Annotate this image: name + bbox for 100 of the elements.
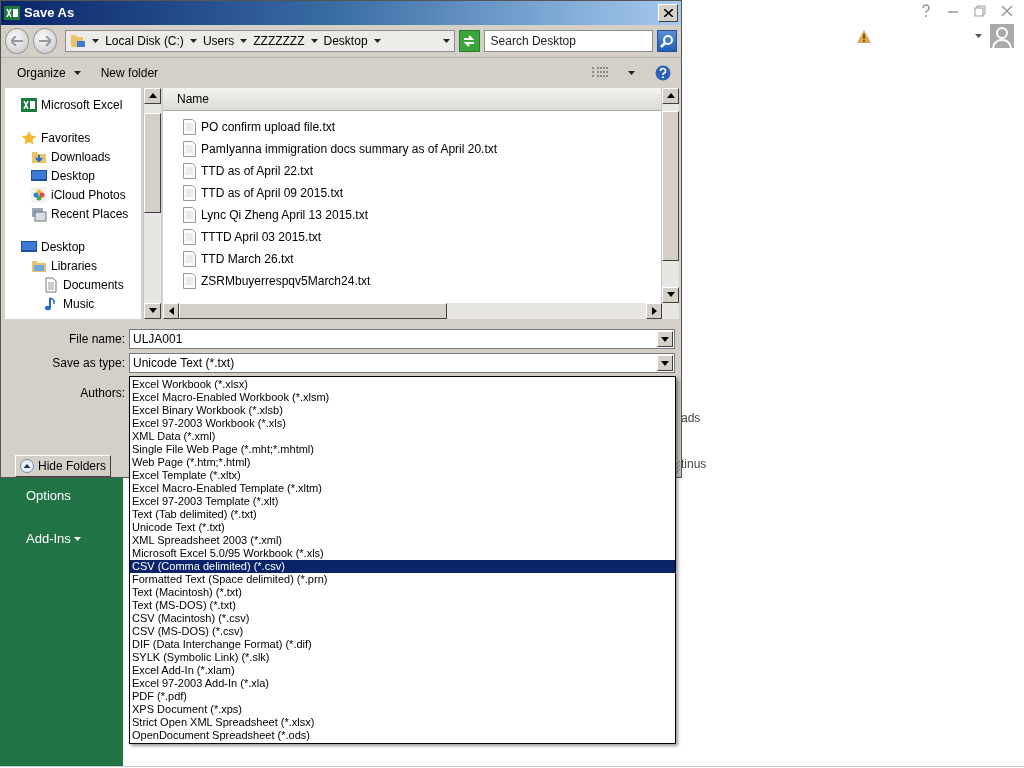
file-name-field[interactable]: ULJA001 bbox=[129, 329, 675, 349]
file-type-option[interactable]: PDF (*.pdf) bbox=[130, 690, 675, 703]
caret-icon bbox=[240, 38, 248, 43]
document-icon bbox=[43, 277, 59, 294]
caret-icon bbox=[92, 38, 100, 43]
new-folder-button[interactable]: New folder bbox=[100, 63, 159, 82]
column-header[interactable]: Name bbox=[163, 87, 661, 111]
refresh-icon bbox=[462, 34, 477, 47]
file-type-option[interactable]: Excel Workbook (*.xlsx) bbox=[130, 378, 675, 391]
search-field[interactable]: Search Desktop bbox=[483, 29, 653, 52]
nav-item[interactable]: Microsoft Excel bbox=[41, 98, 123, 113]
file-name[interactable]: TTTD April 03 2015.txt bbox=[201, 229, 322, 244]
file-type-option[interactable]: OpenDocument Spreadsheet (*.ods) bbox=[130, 729, 675, 742]
backstage-text: tinus bbox=[681, 457, 707, 471]
file-type-option[interactable]: Excel 97-2003 Template (*.xlt) bbox=[130, 495, 675, 508]
nav-item[interactable]: Documents bbox=[63, 278, 124, 293]
window-title: Save As bbox=[24, 5, 76, 21]
close-icon[interactable] bbox=[1000, 4, 1014, 18]
file-type-option[interactable]: Single File Web Page (*.mht;*.mhtml) bbox=[130, 443, 675, 456]
text-file-icon bbox=[183, 118, 196, 135]
file-type-option[interactable]: Text (MS-DOS) (*.txt) bbox=[130, 599, 675, 612]
help-icon[interactable] bbox=[655, 64, 671, 81]
file-type-option[interactable]: Excel Macro-Enabled Template (*.xltm) bbox=[130, 482, 675, 495]
file-type-option[interactable]: Formatted Text (Space delimited) (*.prn) bbox=[130, 573, 675, 586]
folder-icon bbox=[70, 32, 87, 49]
file-name[interactable]: TTD March 26.txt bbox=[201, 251, 294, 266]
file-type-dropdown[interactable]: Unicode Text (*.txt) bbox=[129, 353, 675, 373]
file-type-option[interactable]: Excel 97-2003 Add-In (*.xla) bbox=[130, 677, 675, 690]
field-label: Save as type: bbox=[51, 356, 126, 370]
file-type-option[interactable]: XML Data (*.xml) bbox=[130, 430, 675, 443]
file-name[interactable]: PamIyanna immigration docs summary as of April 20.txt bbox=[201, 141, 498, 156]
file-type-option[interactable]: XML Spreadsheet 2003 (*.xml) bbox=[130, 534, 675, 547]
file-type-option[interactable]: CSV (Comma delimited) (*.csv) bbox=[130, 560, 675, 573]
forward-button[interactable] bbox=[33, 27, 58, 54]
recent-places-icon bbox=[31, 206, 47, 223]
arrow-icon bbox=[661, 336, 669, 342]
back-arrow-icon bbox=[11, 35, 24, 46]
close-button[interactable] bbox=[658, 3, 678, 22]
file-type-option[interactable]: Excel Macro-Enabled Workbook (*.xlsm) bbox=[130, 391, 675, 404]
nav-item[interactable]: Favorites bbox=[41, 131, 91, 146]
file-type-option[interactable]: Unicode Text (*.txt) bbox=[130, 521, 675, 534]
file-type-option[interactable]: Excel Template (*.xltx) bbox=[130, 469, 675, 482]
arrow-icon bbox=[148, 308, 157, 314]
hide-folders-button[interactable]: Hide Folders bbox=[15, 455, 112, 477]
sidebar-item[interactable]: Add-Ins bbox=[0, 528, 81, 549]
nav-item[interactable]: iCloud Photos bbox=[51, 188, 126, 203]
nav-item[interactable]: Desktop bbox=[51, 169, 96, 184]
file-type-option[interactable]: Excel Binary Workbook (*.xlsb) bbox=[130, 404, 675, 417]
file-name[interactable]: TTD as of April 22.txt bbox=[201, 163, 314, 178]
excel-icon bbox=[4, 4, 20, 21]
file-type-option[interactable]: Microsoft Excel 5.0/95 Workbook (*.xls) bbox=[130, 547, 675, 560]
sidebar-item[interactable]: Options bbox=[0, 485, 71, 506]
file-type-option[interactable]: CSV (MS-DOS) (*.csv) bbox=[130, 625, 675, 638]
nav-item[interactable]: Desktop bbox=[41, 240, 86, 255]
file-type-option[interactable]: Excel Add-In (*.xlam) bbox=[130, 664, 675, 677]
file-name[interactable]: Lync Qi Zheng April 13 2015.txt bbox=[201, 207, 368, 222]
backstage-text: ads bbox=[681, 411, 701, 425]
text-file-icon bbox=[183, 206, 196, 223]
text-file-icon bbox=[183, 250, 196, 267]
scrollbar[interactable] bbox=[661, 87, 679, 303]
nav-item[interactable]: Libraries bbox=[51, 259, 98, 274]
file-type-option[interactable]: Text (Macintosh) (*.txt) bbox=[130, 586, 675, 599]
breadcrumb-item[interactable]: Local Disk (C:) bbox=[105, 33, 184, 48]
help-icon[interactable] bbox=[919, 4, 933, 18]
refresh-button[interactable] bbox=[459, 29, 480, 52]
file-type-option[interactable]: CSV (Macintosh) (*.csv) bbox=[130, 612, 675, 625]
close-icon bbox=[663, 8, 673, 17]
search-button[interactable] bbox=[656, 29, 677, 52]
scrollbar[interactable] bbox=[143, 87, 161, 319]
caret-icon bbox=[975, 34, 982, 38]
file-type-option[interactable]: Excel 97-2003 Workbook (*.xls) bbox=[130, 417, 675, 430]
file-name[interactable]: PO confirm upload file.txt bbox=[201, 119, 336, 134]
file-type-option[interactable]: DIF (Data Interchange Format) (*.dif) bbox=[130, 638, 675, 651]
file-type-option[interactable]: XPS Document (*.xps) bbox=[130, 703, 675, 716]
text-file-icon bbox=[183, 140, 196, 157]
file-name[interactable]: TTD as of April 09 2015.txt bbox=[201, 185, 344, 200]
flower-icon bbox=[31, 187, 47, 204]
text-file-icon bbox=[183, 228, 196, 245]
file-type-option[interactable]: SYLK (Symbolic Link) (*.slk) bbox=[130, 651, 675, 664]
nav-item[interactable]: Music bbox=[63, 297, 95, 312]
chevron-up-icon bbox=[20, 459, 34, 473]
nav-item[interactable]: Recent Places bbox=[51, 207, 129, 222]
back-button[interactable] bbox=[5, 27, 30, 54]
text-file-icon bbox=[183, 184, 196, 201]
scrollbar[interactable] bbox=[163, 303, 679, 319]
breadcrumb-item[interactable]: Desktop bbox=[323, 33, 368, 48]
file-type-option[interactable]: Text (Tab delimited) (*.txt) bbox=[130, 508, 675, 521]
breadcrumb-item[interactable]: ZZZZZZZ bbox=[253, 33, 305, 48]
file-type-option[interactable]: Strict Open XML Spreadsheet (*.xlsx) bbox=[130, 716, 675, 729]
caret-icon bbox=[73, 70, 81, 75]
nav-item[interactable]: Downloads bbox=[51, 150, 111, 165]
breadcrumb-item[interactable]: Users bbox=[202, 33, 235, 48]
excel-icon bbox=[21, 97, 37, 114]
file-type-option[interactable]: Web Page (*.htm;*.html) bbox=[130, 456, 675, 469]
caret-icon bbox=[310, 38, 318, 43]
address-bar[interactable]: Local Disk (C:) Users ZZZZZZZ Desktop bbox=[65, 29, 456, 52]
organize-button[interactable]: Organize bbox=[17, 63, 81, 82]
file-name[interactable]: ZSRMbuyerrespqv5March24.txt bbox=[201, 273, 371, 288]
text-file-icon bbox=[183, 162, 196, 179]
caret-icon bbox=[373, 38, 381, 43]
